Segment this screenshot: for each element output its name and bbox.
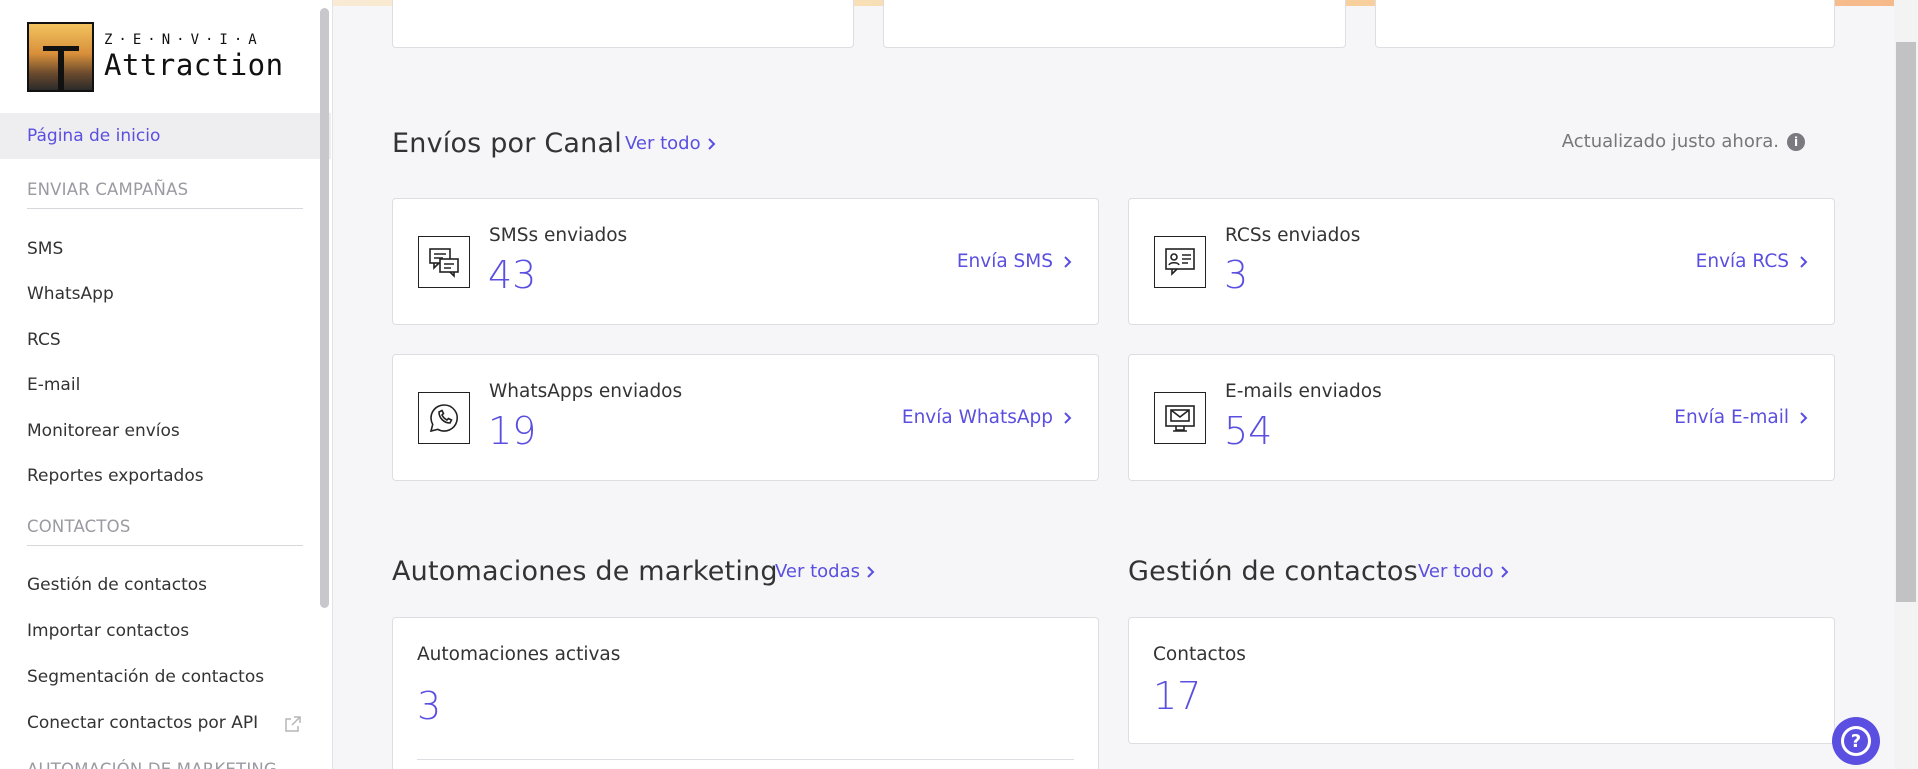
link-label: Envía SMS — [956, 251, 1053, 272]
sidebar-item-label: Conectar contactos por API — [27, 713, 259, 733]
sidebar-section-contacts: CONTACTOS — [27, 517, 303, 546]
sms-icon — [418, 236, 470, 288]
channel-label: SMSs enviados — [489, 225, 628, 246]
summary-card-1 — [392, 0, 854, 48]
sidebar-item-monitor[interactable]: Monitorear envíos — [0, 408, 331, 454]
channel-count: 3 — [1224, 253, 1249, 297]
see-all-label: Ver todo — [625, 133, 701, 154]
contacts-see-all-link[interactable]: Ver todo — [1418, 561, 1509, 582]
channel-label: E-mails enviados — [1225, 381, 1382, 402]
contacts-count: 17 — [1153, 674, 1202, 718]
sidebar-item-api-contacts[interactable]: Conectar contactos por API — [0, 700, 331, 746]
logo-company: Z·E·N·V·I·A — [104, 32, 263, 48]
contacts-label: Contactos — [1153, 644, 1246, 665]
channels-see-all-link[interactable]: Ver todo — [625, 133, 716, 154]
chevron-right-icon — [707, 137, 716, 150]
sidebar-scrollbar[interactable] — [320, 8, 329, 608]
sidebar-section-campaigns: ENVIAR CAMPAÑAS — [27, 180, 303, 209]
channels-section-title: Envíos por Canal — [392, 128, 622, 159]
sidebar-item-sms[interactable]: SMS — [0, 226, 331, 272]
channel-label: WhatsApps enviados — [489, 381, 683, 402]
sidebar-item-whatsapp[interactable]: WhatsApp — [0, 271, 331, 317]
sidebar: Z·E·N·V·I·A Attraction Página de inicio … — [0, 0, 333, 769]
channel-card-email: E-mails enviados 54 Envía E-mail — [1128, 354, 1835, 481]
send-email-link[interactable]: Envía E-mail — [1674, 407, 1808, 428]
sidebar-item-segmentation[interactable]: Segmentación de contactos — [0, 654, 331, 700]
channel-label: RCSs enviados — [1225, 225, 1361, 246]
automations-see-all-link[interactable]: Ver todas — [775, 561, 875, 582]
chevron-right-icon — [1500, 565, 1509, 578]
help-button[interactable]: ? — [1832, 717, 1880, 765]
contacts-section-title: Gestión de contactos — [1128, 556, 1418, 587]
logo-mark-icon — [27, 22, 94, 92]
question-icon: ? — [1841, 726, 1871, 756]
channel-count: 19 — [488, 409, 537, 453]
contacts-card: Contactos 17 — [1128, 617, 1835, 744]
automations-card: Automaciones activas 3 — [392, 617, 1099, 769]
logo-product: Attraction — [104, 48, 284, 82]
sidebar-item-rcs[interactable]: RCS — [0, 317, 331, 363]
main-scrollbar-thumb[interactable] — [1896, 42, 1916, 602]
last-updated: Actualizado justo ahora. i — [1562, 131, 1805, 152]
sidebar-item-manage-contacts[interactable]: Gestión de contactos — [0, 562, 331, 608]
external-link-icon — [283, 714, 303, 739]
link-label: Envía E-mail — [1674, 407, 1789, 428]
brand-logo[interactable]: Z·E·N·V·I·A Attraction — [27, 22, 284, 92]
channel-count: 54 — [1224, 409, 1273, 453]
last-updated-text: Actualizado justo ahora. — [1561, 131, 1779, 152]
automations-active-label: Automaciones activas — [417, 644, 621, 665]
channel-card-rcs: RCSs enviados 3 Envía RCS — [1128, 198, 1835, 325]
chevron-right-icon — [1800, 255, 1808, 268]
chevron-right-icon — [867, 565, 875, 578]
automations-active-count: 3 — [417, 684, 442, 728]
send-rcs-link[interactable]: Envía RCS — [1696, 251, 1808, 272]
link-label: Envía RCS — [1695, 251, 1789, 272]
sidebar-item-import-contacts[interactable]: Importar contactos — [0, 608, 331, 654]
info-icon[interactable]: i — [1787, 132, 1805, 151]
sidebar-section-automation: AUTOMACIÓN DE MARKETING — [27, 760, 303, 769]
automations-section-title: Automaciones de marketing — [392, 556, 778, 587]
link-label: Envía WhatsApp — [901, 407, 1053, 428]
chevron-right-icon — [1064, 255, 1072, 268]
summary-card-2 — [883, 0, 1346, 48]
see-all-label: Ver todas — [775, 561, 861, 582]
sidebar-item-reports[interactable]: Reportes exportados — [0, 453, 331, 499]
email-icon — [1154, 392, 1206, 444]
rcs-icon — [1154, 236, 1206, 288]
summary-card-3 — [1375, 0, 1835, 48]
channel-card-sms: SMSs enviados 43 Envía SMS — [392, 198, 1099, 325]
card-divider — [417, 759, 1074, 760]
send-sms-link[interactable]: Envía SMS — [957, 251, 1072, 272]
channel-card-whatsapp: WhatsApps enviados 19 Envía WhatsApp — [392, 354, 1099, 481]
channel-count: 43 — [488, 253, 537, 297]
chevron-right-icon — [1800, 411, 1808, 424]
send-whatsapp-link[interactable]: Envía WhatsApp — [902, 407, 1072, 428]
whatsapp-icon — [418, 392, 470, 444]
chevron-right-icon — [1064, 411, 1072, 424]
see-all-label: Ver todo — [1418, 561, 1494, 582]
sidebar-item-email[interactable]: E-mail — [0, 362, 331, 408]
sidebar-item-home[interactable]: Página de inicio — [0, 113, 331, 159]
